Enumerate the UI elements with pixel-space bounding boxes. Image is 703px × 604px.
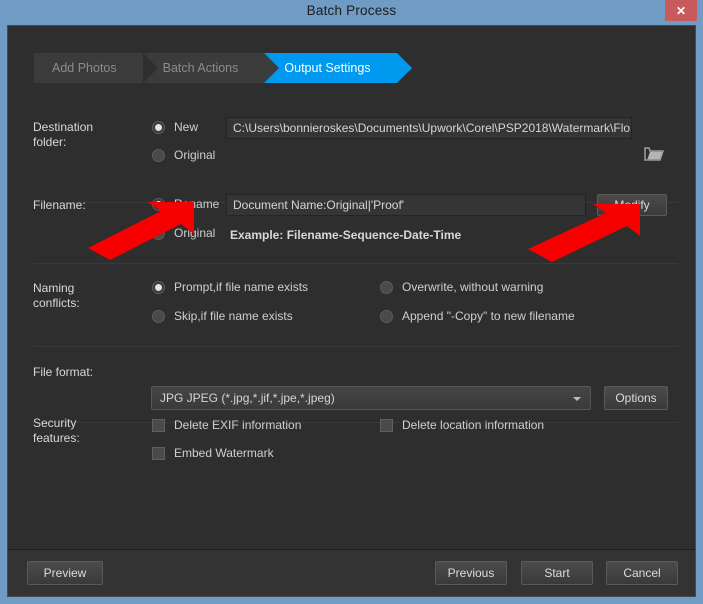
step-batch-actions[interactable]: Batch Actions: [142, 53, 280, 83]
previous-button-label: Previous: [447, 566, 495, 580]
close-icon[interactable]: ✕: [665, 0, 697, 21]
delete-exif-checkbox[interactable]: Delete EXIF information: [152, 418, 301, 432]
previous-button[interactable]: Previous: [435, 561, 507, 585]
radio-indicator-off: [152, 309, 165, 323]
radio-indicator-off: [380, 309, 393, 323]
step-add-photos[interactable]: Add Photos: [34, 53, 158, 83]
radio-indicator-on: [152, 120, 165, 134]
naming-conflicts-label: Naming conflicts:: [33, 281, 80, 310]
step-batch-actions-label: Batch Actions: [162, 61, 239, 75]
cancel-button-label: Cancel: [623, 566, 661, 580]
radio-indicator-on: [152, 280, 165, 294]
file-format-label: File format:: [33, 365, 94, 379]
file-format-select[interactable]: JPG JPEG (*.jpg,*.jif,*.jpe,*.jpeg): [151, 386, 591, 410]
divider: [33, 346, 678, 347]
conflict-overwrite-radio[interactable]: Overwrite, without warning: [380, 280, 543, 294]
destination-original-label: Original: [174, 148, 216, 162]
conflict-overwrite-label: Overwrite, without warning: [402, 280, 544, 294]
format-options-label: Options: [615, 391, 657, 405]
destination-new-radio[interactable]: New: [152, 120, 198, 134]
conflict-append-label: Append "-Copy" to new filename: [402, 309, 575, 323]
divider: [33, 422, 678, 423]
filename-rename-label: Rename: [174, 197, 220, 211]
file-format-value: JPG JPEG (*.jpg,*.jif,*.jpe,*.jpeg): [160, 391, 335, 405]
divider: [33, 263, 678, 264]
title-bar: Batch Process ✕: [0, 0, 703, 25]
modify-button[interactable]: Modify: [597, 194, 667, 216]
security-features-label: Security features:: [33, 416, 80, 445]
preview-button-label: Preview: [43, 566, 87, 580]
format-options-button[interactable]: Options: [604, 386, 668, 410]
filename-rename-radio[interactable]: Rename: [152, 197, 219, 211]
radio-indicator-off: [380, 280, 393, 294]
radio-indicator-on: [152, 197, 165, 211]
folder-icon[interactable]: [644, 145, 665, 162]
delete-location-label: Delete location information: [402, 418, 545, 432]
step-add-photos-label: Add Photos: [52, 61, 117, 75]
destination-new-label: New: [174, 120, 199, 134]
cancel-button[interactable]: Cancel: [606, 561, 678, 585]
delete-location-checkbox[interactable]: Delete location information: [380, 418, 544, 432]
embed-watermark-checkbox[interactable]: Embed Watermark: [152, 446, 274, 460]
step-output-settings-label: Output Settings: [284, 61, 371, 75]
filename-original-radio[interactable]: Original: [152, 226, 215, 240]
conflict-append-radio[interactable]: Append "-Copy" to new filename: [380, 309, 575, 323]
conflict-skip-radio[interactable]: Skip,if file name exists: [152, 309, 293, 323]
radio-indicator-off: [152, 148, 165, 162]
conflict-skip-label: Skip,if file name exists: [174, 309, 293, 323]
modify-button-label: Modify: [614, 198, 650, 212]
filename-label: Filename:: [33, 198, 86, 212]
checkbox-indicator-off: [380, 418, 393, 432]
preview-button[interactable]: Preview: [27, 561, 103, 585]
start-button[interactable]: Start: [521, 561, 593, 585]
chevron-down-icon: [573, 397, 581, 401]
conflict-prompt-radio[interactable]: Prompt,if file name exists: [152, 280, 308, 294]
dialog-footer: Preview Previous Start Cancel: [8, 549, 695, 596]
filename-pattern-input[interactable]: Document Name:Original|'Proof': [226, 194, 586, 216]
destination-original-radio[interactable]: Original: [152, 148, 215, 162]
filename-example-text: Example: Filename-Sequence-Date-Time: [230, 228, 462, 242]
radio-indicator-off: [152, 226, 165, 240]
step-output-settings[interactable]: Output Settings: [264, 53, 412, 83]
filename-original-label: Original: [174, 226, 216, 240]
destination-folder-label: Destination folder:: [33, 120, 94, 149]
conflict-prompt-label: Prompt,if file name exists: [174, 280, 309, 294]
window-title: Batch Process: [306, 3, 397, 18]
checkbox-indicator-off: [152, 446, 165, 460]
start-button-label: Start: [544, 566, 570, 580]
batch-process-dialog: Batch Process ✕ Add Photos Batch Actions…: [0, 0, 703, 604]
delete-exif-label: Delete EXIF information: [174, 418, 302, 432]
embed-watermark-label: Embed Watermark: [174, 446, 274, 460]
step-breadcrumb: Add Photos Batch Actions Output Settings: [34, 53, 412, 83]
destination-path-input[interactable]: C:\Users\bonnieroskes\Documents\Upwork\C…: [226, 117, 632, 139]
dialog-body: Add Photos Batch Actions Output Settings…: [7, 25, 696, 597]
checkbox-indicator-off: [152, 418, 165, 432]
